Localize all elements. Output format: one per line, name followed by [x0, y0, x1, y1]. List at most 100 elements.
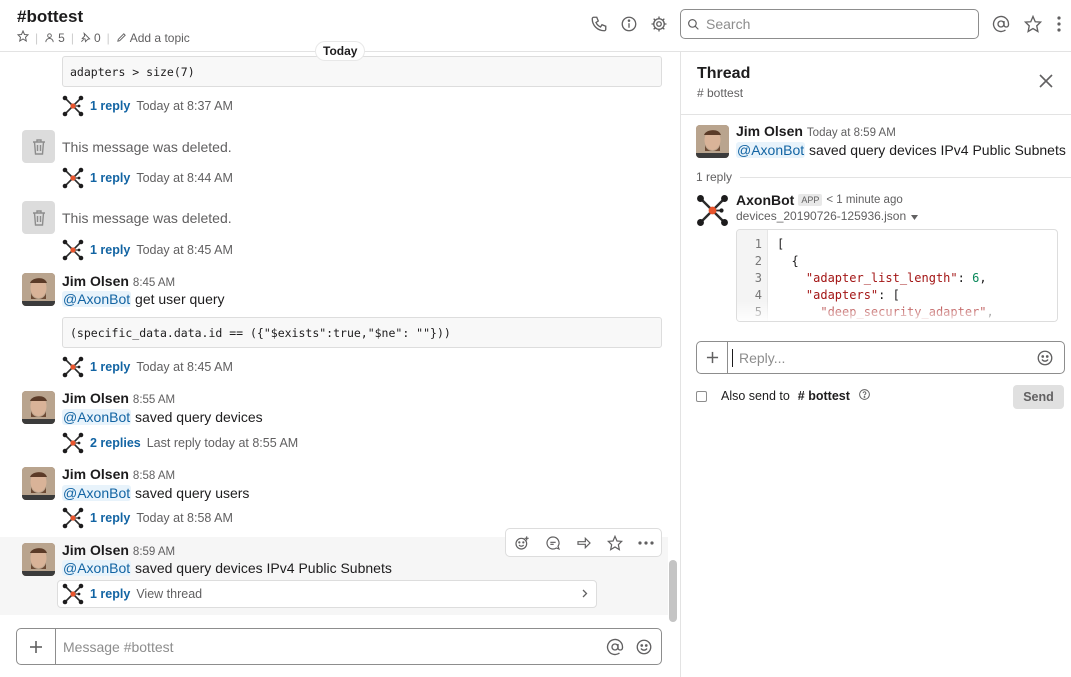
thread-reply-summary[interactable]: 1 reply Today at 8:45 AM [62, 239, 233, 261]
help-icon[interactable] [858, 388, 871, 404]
message-time[interactable]: 8:59 AM [133, 546, 175, 558]
add-topic-link[interactable]: Add a topic [116, 31, 190, 45]
more-vertical-icon[interactable] [1049, 14, 1069, 34]
reply-count-link[interactable]: 1 reply [90, 243, 130, 257]
thread-reply-summary[interactable]: 2 replies Last reply today at 8:55 AM [62, 432, 298, 454]
avatar[interactable] [22, 467, 55, 500]
reply-input[interactable]: Reply... [732, 348, 1034, 367]
reply-count-link[interactable]: 1 reply [90, 511, 130, 525]
star-icon[interactable] [16, 29, 30, 45]
axonbot-logo-icon [62, 432, 84, 454]
thread-reply-summary[interactable]: 1 reply Today at 8:45 AM [62, 356, 233, 378]
message-time[interactable]: 8:55 AM [133, 394, 175, 406]
pin-icon [80, 32, 91, 43]
also-send-label: Also send to [721, 389, 790, 403]
axonbot-logo-icon [62, 95, 84, 117]
user-mention[interactable]: @AxonBot [736, 142, 806, 158]
axonbot-logo-icon [62, 356, 84, 378]
at-mention-icon[interactable] [603, 635, 627, 659]
message-actions-toolbar [505, 528, 662, 557]
trash-icon [22, 201, 55, 234]
reply-count-link[interactable]: 1 reply [90, 99, 130, 113]
user-mention[interactable]: @AxonBot [62, 409, 132, 425]
person-icon [45, 33, 54, 43]
pins-count[interactable]: 0 [80, 31, 101, 45]
share-icon[interactable] [574, 533, 594, 553]
add-attachment-button[interactable] [697, 342, 728, 373]
message-time[interactable]: < 1 minute ago [826, 194, 902, 206]
message-text: @AxonBot saved query devices [62, 409, 263, 425]
file-preview[interactable]: 1 [ 2 { 3 "adapter_list_length": 6, 4 "a… [736, 229, 1058, 322]
reply-thread-icon[interactable] [543, 533, 563, 553]
avatar[interactable] [22, 543, 55, 576]
star-icon[interactable] [605, 533, 625, 553]
phone-icon[interactable] [589, 14, 609, 34]
message-list[interactable]: adapters > size(7) 1 reply Today at 8:37… [0, 52, 680, 615]
reply-time: Today at 8:44 AM [136, 171, 233, 185]
message-author[interactable]: Jim Olsen 8:58 AM [62, 466, 175, 482]
thread-reply-summary[interactable]: 1 reply Today at 8:58 AM [62, 507, 233, 529]
reply-count-link[interactable]: 1 reply [90, 360, 130, 374]
view-thread-link[interactable]: View thread [136, 587, 202, 601]
user-mention[interactable]: @AxonBot [62, 291, 132, 307]
send-button[interactable]: Send [1013, 385, 1064, 409]
at-mention-icon[interactable] [991, 14, 1011, 34]
gear-icon[interactable] [649, 14, 669, 34]
reply-count-link[interactable]: 1 reply [90, 171, 130, 185]
reply-time: Today at 8:58 AM [136, 511, 233, 525]
scrollbar[interactable] [669, 560, 677, 622]
thread-reply-summary[interactable]: 1 reply Today at 8:44 AM [62, 167, 233, 189]
close-icon[interactable] [1039, 74, 1057, 92]
thread-reply-composer[interactable]: Reply... [696, 341, 1065, 374]
message-time[interactable]: 8:58 AM [133, 470, 175, 482]
thread-panel: Thread # bottest Jim Olsen Today at 8:59 … [680, 52, 1071, 677]
search-input[interactable]: Search [680, 9, 979, 39]
message-time[interactable]: 8:45 AM [133, 277, 175, 289]
user-mention[interactable]: @AxonBot [62, 485, 132, 501]
message-time[interactable]: Today at 8:59 AM [807, 127, 896, 139]
date-divider[interactable]: Today [316, 42, 365, 60]
deleted-message: This message was deleted. [62, 210, 232, 226]
more-actions-icon[interactable] [636, 533, 656, 553]
thread-channel-link[interactable]: # bottest [697, 86, 743, 100]
message-composer[interactable]: Message #bottest [16, 628, 662, 665]
message-input[interactable]: Message #bottest [56, 639, 603, 655]
search-icon [688, 18, 699, 30]
emoji-icon[interactable] [632, 635, 656, 659]
avatar[interactable] [22, 273, 55, 306]
members-count[interactable]: 5 [44, 31, 65, 45]
channel-header: #bottest | 5 | 0 | Add a topic Search [0, 0, 1071, 52]
message-author[interactable]: Jim Olsen 8:45 AM [62, 273, 175, 289]
add-reaction-icon[interactable] [512, 533, 532, 553]
info-icon[interactable] [619, 14, 639, 34]
trash-icon [22, 130, 55, 163]
star-icon[interactable] [1023, 14, 1043, 34]
avatar[interactable] [696, 125, 729, 158]
thread-reply-summary[interactable]: 1 reply Today at 8:37 AM [62, 95, 233, 117]
message-text: @AxonBot saved query devices IPv4 Public… [62, 560, 392, 576]
message-text: @AxonBot saved query users [62, 485, 250, 501]
chevron-right-icon [582, 587, 588, 601]
search-placeholder: Search [706, 16, 751, 32]
message-text: @AxonBot saved query devices IPv4 Public… [736, 142, 1066, 158]
channel-name[interactable]: #bottest [17, 7, 83, 27]
code-block: (specific_data.data.id == ({"$exists":tr… [62, 317, 662, 348]
file-name-link[interactable]: devices_20190726-125936.json [736, 209, 919, 223]
user-mention[interactable]: @AxonBot [62, 560, 132, 576]
add-attachment-button[interactable] [17, 629, 56, 664]
message-author[interactable]: Jim Olsen 8:55 AM [62, 390, 175, 406]
reply-count-link[interactable]: 2 replies [90, 436, 141, 450]
message-author[interactable]: Jim Olsen 8:59 AM [62, 542, 175, 558]
emoji-icon[interactable] [1034, 347, 1056, 369]
reply-time: Today at 8:45 AM [136, 243, 233, 257]
bot-author[interactable]: AxonBot APP < 1 minute ago [736, 192, 903, 208]
reply-count-link[interactable]: 1 reply [90, 587, 130, 601]
avatar[interactable] [22, 391, 55, 424]
axonbot-logo-icon [62, 507, 84, 529]
view-thread-bar[interactable]: 1 reply View thread [57, 580, 597, 608]
also-send-option: Also send to # bottest [696, 388, 871, 404]
also-send-checkbox[interactable] [696, 390, 707, 402]
message-author[interactable]: Jim Olsen Today at 8:59 AM [736, 123, 896, 139]
axonbot-logo-icon[interactable] [696, 194, 729, 227]
caret-down-icon[interactable] [911, 209, 919, 223]
